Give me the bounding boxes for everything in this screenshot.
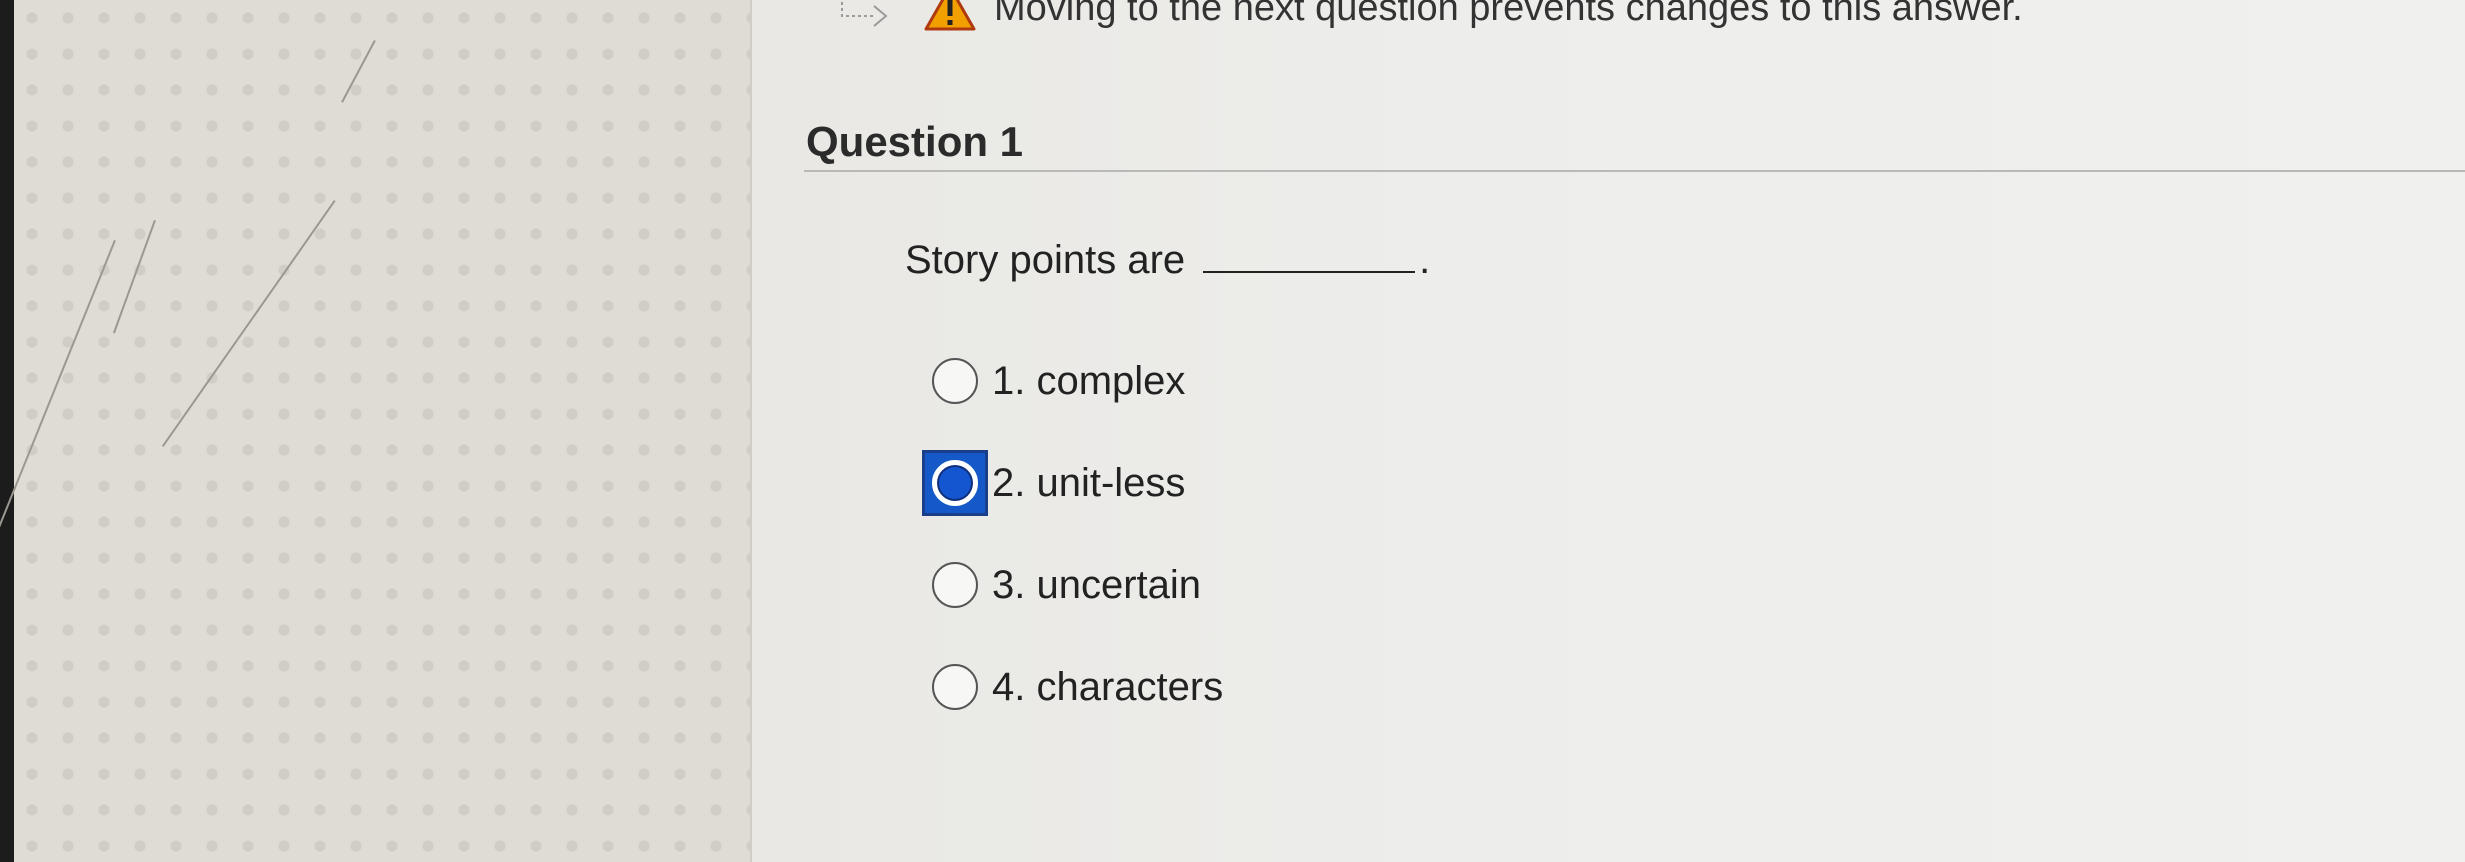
choice-label-2[interactable]: 2. unit-less <box>992 461 1185 506</box>
choice-label-3[interactable]: 3. uncertain <box>992 563 1201 608</box>
scratch-mark <box>161 200 336 447</box>
choice-option-3[interactable]: 3. uncertain <box>922 534 1223 636</box>
radio-circle-icon[interactable] <box>932 562 978 608</box>
question-stem-end: . <box>1419 238 1431 282</box>
question-title: Question 1 <box>806 118 1024 165</box>
warning-text: Moving to the next question prevents cha… <box>994 0 2023 29</box>
radio-button-2-selected[interactable] <box>922 450 988 516</box>
screen-bezel <box>0 0 14 862</box>
choice-label-1[interactable]: 1. complex <box>992 359 1185 404</box>
radio-button-1[interactable] <box>922 348 988 414</box>
left-decorative-panel <box>0 0 752 862</box>
choice-option-1[interactable]: 1. complex <box>922 330 1223 432</box>
radio-circle-icon[interactable] <box>932 358 978 404</box>
choice-option-2[interactable]: 2. unit-less <box>922 432 1223 534</box>
choice-option-4[interactable]: 4. characters <box>922 636 1223 738</box>
scratch-mark <box>341 40 376 103</box>
radio-button-3[interactable] <box>922 552 988 618</box>
warning-banner: Moving to the next question prevents cha… <box>840 0 2023 38</box>
next-arrow-icon <box>840 0 894 28</box>
question-stem: Story points are. <box>905 238 1430 283</box>
scratch-mark <box>112 220 156 334</box>
scratch-mark <box>0 240 116 668</box>
radio-checked-icon[interactable] <box>932 460 978 506</box>
fill-in-blank <box>1203 271 1416 273</box>
radio-circle-icon[interactable] <box>932 664 978 710</box>
warning-triangle-icon <box>924 0 976 31</box>
answer-choices: 1. complex 2. unit-less 3. uncertain 4. … <box>922 330 1223 738</box>
radio-button-4[interactable] <box>922 654 988 720</box>
question-stem-text: Story points are <box>905 238 1186 282</box>
choice-label-4[interactable]: 4. characters <box>992 665 1223 710</box>
question-divider <box>804 170 2465 172</box>
